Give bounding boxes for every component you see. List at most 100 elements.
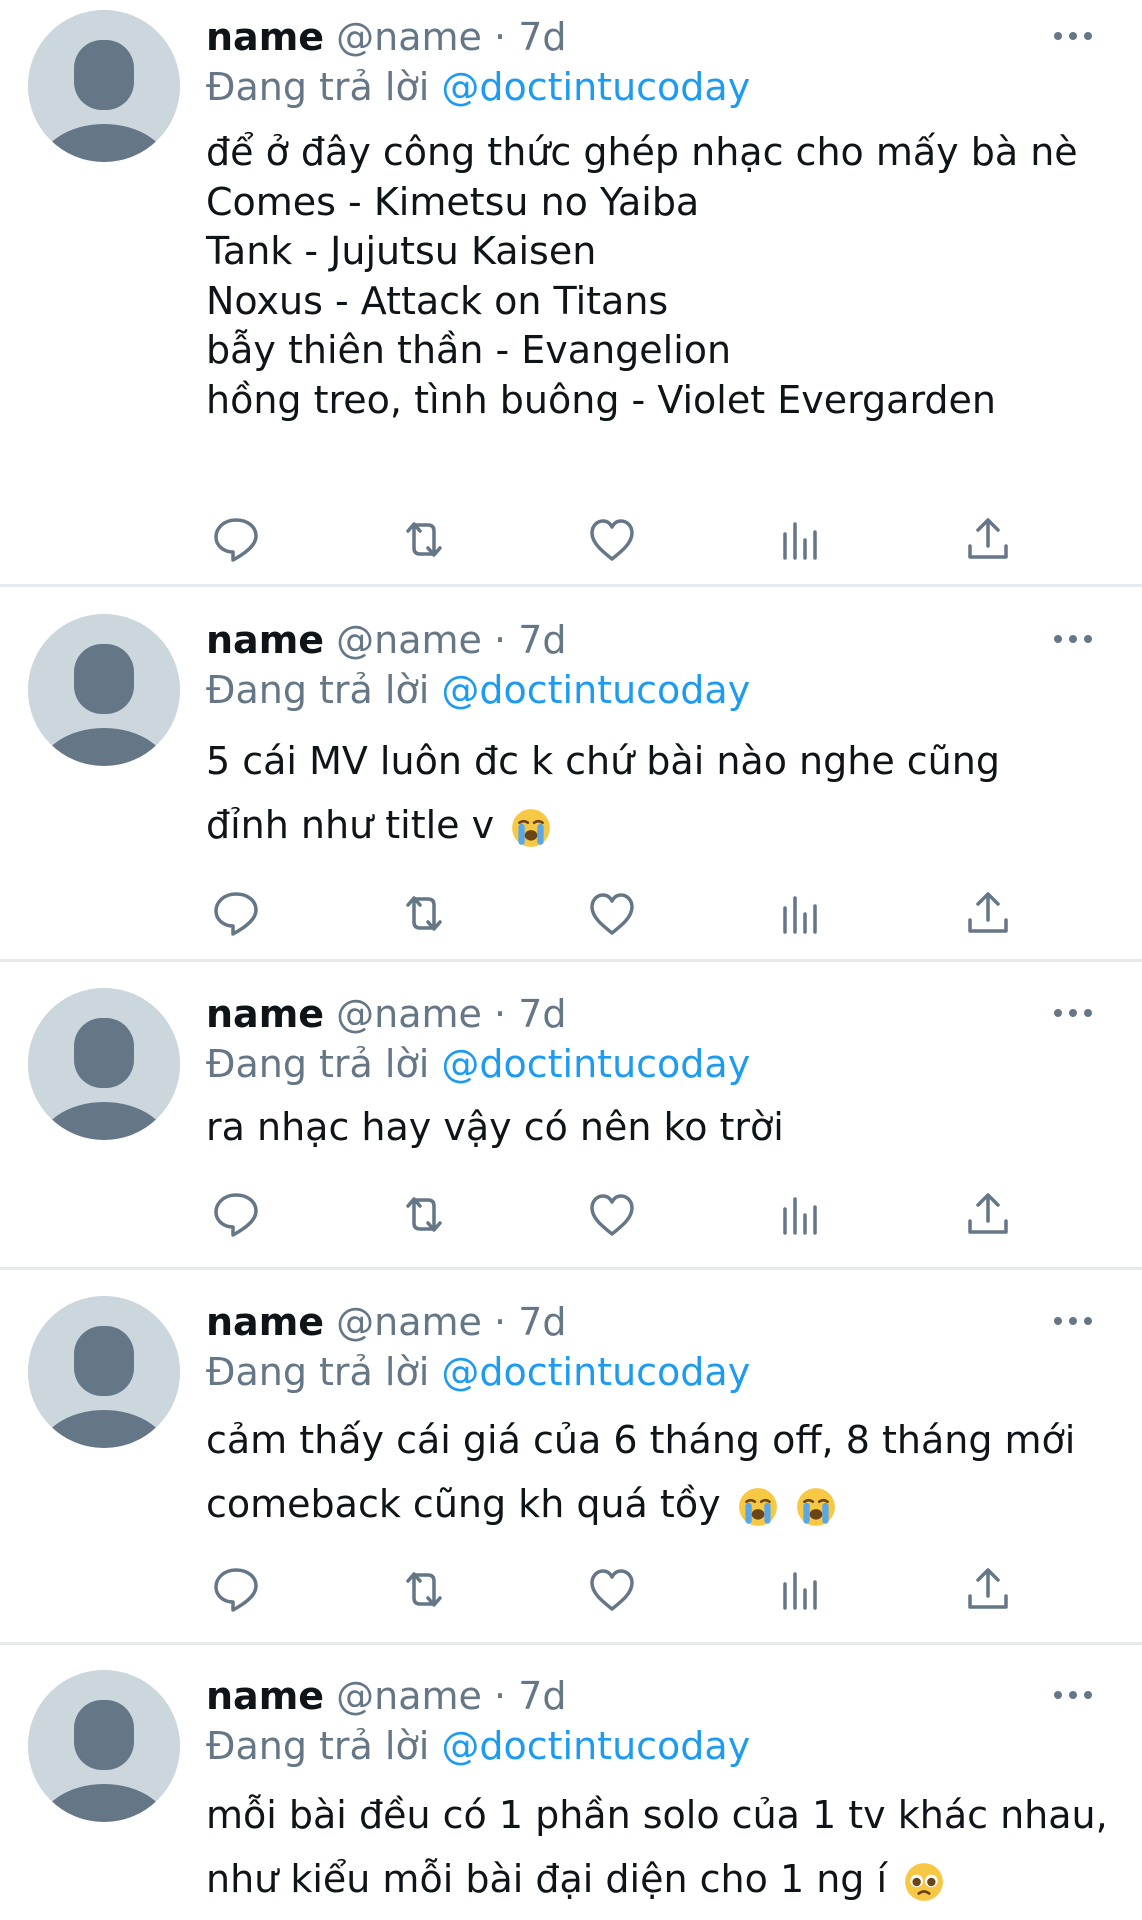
tweet-text-line: hồng treo, tình buông - Violet Evergarde… xyxy=(206,377,996,422)
separator-dot: · xyxy=(494,1674,507,1718)
tweet-actions xyxy=(206,1560,1042,1620)
replying-to: Đang trả lời @doctintucoday xyxy=(206,1347,750,1397)
tweet-text-line: cảm thấy cái giá của 6 tháng off, 8 thán… xyxy=(206,1418,1076,1462)
mention-link[interactable]: @doctintucoday xyxy=(441,1724,750,1768)
mention-link[interactable]: @doctintucoday xyxy=(441,668,750,712)
tweet-text-line: Noxus - Attack on Titans xyxy=(206,278,669,323)
tweet-text-line-wrap: đỉnh như title v xyxy=(206,793,1106,857)
loudly-crying-face-emoji xyxy=(796,1487,835,1526)
loudly-crying-face-emoji xyxy=(738,1487,777,1526)
author-handle[interactable]: @name xyxy=(336,1300,482,1344)
tweet-text-line: bẫy thiên thần - Evangelion xyxy=(206,328,732,372)
tweet-header: name @name · 7d xyxy=(206,989,1102,1039)
avatar[interactable] xyxy=(28,614,180,766)
tweet-text: cảm thấy cái giá của 6 tháng off, 8 thán… xyxy=(206,1408,1106,1536)
reply-icon[interactable] xyxy=(206,1185,266,1245)
tweet-text-line: như kiểu mỗi bài đại diện cho 1 ng í xyxy=(206,1857,888,1901)
reply-tweet[interactable]: name @name · 7d Đang trả lời @doctintuco… xyxy=(0,1270,1142,1642)
tweet-text-line: đỉnh như title v xyxy=(206,803,495,847)
tweet-text: ra nhạc hay vậy có nên ko trời xyxy=(206,1102,1106,1152)
mention-link[interactable]: @doctintucoday xyxy=(441,65,750,109)
avatar[interactable] xyxy=(28,1670,180,1822)
replying-to: Đang trả lời @doctintucoday xyxy=(206,665,750,715)
author-name[interactable]: name xyxy=(206,1674,324,1718)
more-options-icon[interactable] xyxy=(1048,18,1098,54)
tweet-header: name @name · 7d xyxy=(206,12,1102,62)
avatar[interactable] xyxy=(28,10,180,162)
tweet-actions xyxy=(206,884,1042,944)
retweet-icon[interactable] xyxy=(394,1560,454,1620)
tweet-text: để ở đây công thức ghép nhạc cho mấy bà … xyxy=(206,128,1106,425)
default-avatar-icon xyxy=(28,988,180,1140)
tweet-text-line: mỗi bài đều có 1 phần solo của 1 tv khác… xyxy=(206,1793,1108,1837)
author-name[interactable]: name xyxy=(206,992,324,1036)
share-icon[interactable] xyxy=(958,510,1018,570)
tweet-text-line: ra nhạc hay vậy có nên ko trời xyxy=(206,1105,784,1149)
loudly-crying-face-emoji xyxy=(512,808,551,847)
default-avatar-icon xyxy=(28,10,180,162)
tweet-text-line: comeback cũng kh quá tồy xyxy=(206,1482,721,1526)
reply-tweet[interactable]: name @name · 7d Đang trả lời @doctintuco… xyxy=(0,962,1142,1267)
replying-to-label: Đang trả lời xyxy=(206,1350,430,1394)
author-name[interactable]: name xyxy=(206,618,324,662)
mention-link[interactable]: @doctintucoday xyxy=(441,1042,750,1086)
separator-dot: · xyxy=(494,1300,507,1344)
author-name[interactable]: name xyxy=(206,15,324,59)
tweet-text: mỗi bài đều có 1 phần solo của 1 tv khác… xyxy=(206,1783,1108,1911)
separator-dot: · xyxy=(494,15,507,59)
replying-to-label: Đang trả lời xyxy=(206,668,430,712)
timestamp[interactable]: 7d xyxy=(518,15,566,59)
avatar[interactable] xyxy=(28,1296,180,1448)
reply-icon[interactable] xyxy=(206,510,266,570)
reply-icon[interactable] xyxy=(206,1560,266,1620)
replying-to: Đang trả lời @doctintucoday xyxy=(206,62,750,112)
tweet-actions xyxy=(206,1185,1042,1245)
like-icon[interactable] xyxy=(582,1185,642,1245)
separator-dot: · xyxy=(494,618,507,662)
avatar[interactable] xyxy=(28,988,180,1140)
replying-to-label: Đang trả lời xyxy=(206,65,430,109)
more-options-icon[interactable] xyxy=(1048,621,1098,657)
reply-feed: name @name · 7d Đang trả lời @doctintuco… xyxy=(0,0,1142,1920)
author-handle[interactable]: @name xyxy=(336,15,482,59)
analytics-icon[interactable] xyxy=(770,1560,830,1620)
tweet-actions xyxy=(206,510,1042,570)
share-icon[interactable] xyxy=(958,1185,1018,1245)
like-icon[interactable] xyxy=(582,1560,642,1620)
analytics-icon[interactable] xyxy=(770,1185,830,1245)
author-handle[interactable]: @name xyxy=(336,618,482,662)
retweet-icon[interactable] xyxy=(394,510,454,570)
author-handle[interactable]: @name xyxy=(336,992,482,1036)
author-name[interactable]: name xyxy=(206,1300,324,1344)
reply-icon[interactable] xyxy=(206,884,266,944)
retweet-icon[interactable] xyxy=(394,884,454,944)
analytics-icon[interactable] xyxy=(770,884,830,944)
retweet-icon[interactable] xyxy=(394,1185,454,1245)
tweet-header: name @name · 7d xyxy=(206,1671,1102,1721)
default-avatar-icon xyxy=(28,1670,180,1822)
more-options-icon[interactable] xyxy=(1048,1677,1098,1713)
share-icon[interactable] xyxy=(958,1560,1018,1620)
more-options-icon[interactable] xyxy=(1048,1303,1098,1339)
reply-tweet[interactable]: name @name · 7d Đang trả lời @doctintuco… xyxy=(0,1645,1142,1920)
like-icon[interactable] xyxy=(582,510,642,570)
reply-tweet[interactable]: name @name · 7d Đang trả lời @doctintuco… xyxy=(0,0,1142,584)
mention-link[interactable]: @doctintucoday xyxy=(441,1350,750,1394)
replying-to: Đang trả lời @doctintucoday xyxy=(206,1039,750,1089)
tweet-text: 5 cái MV luôn đc k chứ bài nào nghe cũng… xyxy=(206,729,1106,857)
replying-to: Đang trả lời @doctintucoday xyxy=(206,1721,750,1771)
timestamp[interactable]: 7d xyxy=(518,1300,566,1344)
timestamp[interactable]: 7d xyxy=(518,618,566,662)
reply-tweet[interactable]: name @name · 7d Đang trả lời @doctintuco… xyxy=(0,587,1142,959)
tweet-text-line: Tank - Jujutsu Kaisen xyxy=(206,229,597,273)
more-options-icon[interactable] xyxy=(1048,995,1098,1031)
timestamp[interactable]: 7d xyxy=(518,992,566,1036)
author-handle[interactable]: @name xyxy=(336,1674,482,1718)
timestamp[interactable]: 7d xyxy=(518,1674,566,1718)
replying-to-label: Đang trả lời xyxy=(206,1724,430,1768)
replying-to-label: Đang trả lời xyxy=(206,1042,430,1086)
analytics-icon[interactable] xyxy=(770,510,830,570)
like-icon[interactable] xyxy=(582,884,642,944)
share-icon[interactable] xyxy=(958,884,1018,944)
default-avatar-icon xyxy=(28,614,180,766)
